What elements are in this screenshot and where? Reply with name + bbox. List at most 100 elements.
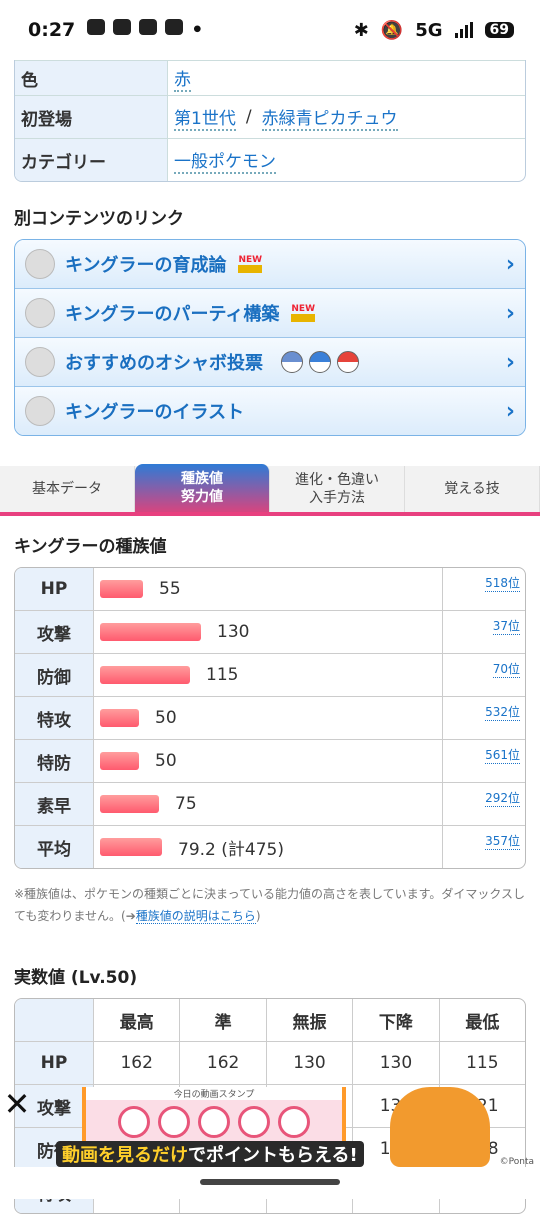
ad-banner[interactable]: ✕ 今日の動画スタンプ 動画を見るだけでポイントもらえる! ©Ponta bbox=[0, 1085, 540, 1167]
mascot-image bbox=[390, 1087, 490, 1167]
column-header: 最高 bbox=[94, 999, 181, 1041]
column-header: 準 bbox=[180, 999, 267, 1041]
stat-rank-link[interactable]: 37位 bbox=[492, 617, 520, 635]
stat-bar bbox=[100, 580, 143, 598]
row-label: HP bbox=[15, 1042, 94, 1084]
stat-label: 特防 bbox=[15, 740, 94, 782]
stat-row: 防御 115 70位 bbox=[15, 653, 525, 696]
stat-rank-link[interactable]: 357位 bbox=[485, 832, 520, 850]
training-icon bbox=[25, 249, 55, 279]
tab-base-stats[interactable]: 種族値 努力値 bbox=[135, 464, 270, 512]
link-label: キングラーのパーティ構築 bbox=[65, 304, 280, 325]
link-label: おすすめのオシャボ投票 bbox=[65, 353, 263, 374]
info-label: 初登場 bbox=[15, 96, 168, 138]
illustration-icon bbox=[25, 396, 55, 426]
stats-heading: キングラーの種族値 bbox=[14, 537, 167, 557]
tab-evolution[interactable]: 進化・色違い 入手方法 bbox=[270, 466, 405, 512]
ad-caption: 今日の動画スタンプ bbox=[86, 1087, 342, 1100]
ad-text: 動画を見るだけでポイントもらえる! bbox=[56, 1141, 364, 1167]
stat-value: 130 bbox=[217, 622, 250, 642]
stat-label: 平均 bbox=[15, 826, 94, 868]
separator: / bbox=[245, 107, 252, 127]
info-row-category: カテゴリー 一般ポケモン bbox=[15, 138, 525, 181]
ball-icon bbox=[309, 351, 331, 373]
color-link[interactable]: 赤 bbox=[174, 65, 191, 92]
bluetooth-icon: ✱ bbox=[353, 19, 369, 41]
link-label: キングラーの育成論 bbox=[65, 255, 227, 276]
stat-rank-link[interactable]: 561位 bbox=[485, 746, 520, 764]
link-illustration[interactable]: キングラーのイラスト › bbox=[15, 386, 525, 435]
discord-icon bbox=[165, 19, 184, 35]
stat-rank-link[interactable]: 70位 bbox=[492, 660, 520, 678]
discord-icon bbox=[113, 19, 132, 35]
stats-note: ※種族値は、ポケモンの種類ごとに決まっている能力値の高さを表しています。ダイマッ… bbox=[14, 887, 526, 924]
discord-icon bbox=[139, 19, 158, 35]
links-heading: 別コンテンツのリンク bbox=[14, 209, 184, 229]
table-cell: 162 bbox=[94, 1042, 181, 1084]
stat-row: 攻撃 130 37位 bbox=[15, 610, 525, 653]
pokeball-icon bbox=[25, 347, 55, 377]
stat-row: 特攻 50 532位 bbox=[15, 696, 525, 739]
chat-icon bbox=[87, 19, 106, 35]
chevron-right-icon: › bbox=[505, 251, 515, 277]
content-links: キングラーの育成論 NEW › キングラーのパーティ構築 NEW › おすすめの… bbox=[14, 239, 526, 436]
stat-rank-link[interactable]: 518位 bbox=[485, 574, 520, 592]
table-row: HP 162 162 130 130 115 bbox=[15, 1041, 525, 1084]
close-icon[interactable]: ✕ bbox=[0, 1085, 34, 1123]
navigation-bar bbox=[0, 1167, 540, 1199]
corner-cell bbox=[15, 999, 94, 1041]
stat-bar bbox=[100, 623, 201, 641]
link-label: キングラーのイラスト bbox=[65, 402, 245, 423]
stat-value: 55 bbox=[159, 579, 181, 599]
home-gesture-handle[interactable] bbox=[200, 1179, 340, 1185]
link-ball-vote[interactable]: おすすめのオシャボ投票 › bbox=[15, 337, 525, 386]
stat-label: 攻撃 bbox=[15, 611, 94, 653]
stat-bar bbox=[100, 709, 139, 727]
stat-value: 50 bbox=[155, 708, 177, 728]
table-cell: 130 bbox=[267, 1042, 354, 1084]
stat-value: 75 bbox=[175, 794, 197, 814]
info-label: 色 bbox=[15, 61, 168, 95]
stat-row: 平均 79.2 (計475) 357位 bbox=[15, 825, 525, 868]
notification-icons: • bbox=[87, 19, 203, 41]
tab-bar: 基本データ 種族値 努力値 進化・色違い 入手方法 覚える技 bbox=[0, 464, 540, 516]
pokemon-info-table: 色 赤 初登場 第1世代 / 赤緑青ピカチュウ カテゴリー 一般ポケモン bbox=[14, 60, 526, 182]
stat-label: 特攻 bbox=[15, 697, 94, 739]
stat-value: 79.2 (計475) bbox=[178, 839, 284, 860]
table-cell: 162 bbox=[180, 1042, 267, 1084]
link-training[interactable]: キングラーの育成論 NEW › bbox=[15, 240, 525, 288]
generation-link[interactable]: 第1世代 bbox=[174, 104, 236, 131]
stat-rank-link[interactable]: 532位 bbox=[485, 703, 520, 721]
column-header: 最低 bbox=[465, 1012, 500, 1033]
stat-row: 特防 50 561位 bbox=[15, 739, 525, 782]
stat-bar bbox=[100, 795, 159, 813]
tab-moves[interactable]: 覚える技 bbox=[405, 466, 540, 512]
stat-bar bbox=[100, 752, 139, 770]
chevron-right-icon: › bbox=[505, 349, 515, 375]
stat-rank-link[interactable]: 292位 bbox=[485, 789, 520, 807]
info-label: カテゴリー bbox=[15, 139, 168, 181]
category-link[interactable]: 一般ポケモン bbox=[174, 147, 276, 174]
battery-icon: 69 bbox=[484, 22, 514, 38]
stat-row: 素早 75 292位 bbox=[15, 782, 525, 825]
new-badge: NEW bbox=[291, 304, 315, 322]
ball-icon bbox=[281, 351, 303, 373]
signal-icon bbox=[454, 22, 473, 38]
table-cell: 115 bbox=[466, 1053, 499, 1073]
stat-value: 50 bbox=[155, 751, 177, 771]
game-link[interactable]: 赤緑青ピカチュウ bbox=[261, 104, 398, 131]
party-icon bbox=[25, 298, 55, 328]
stat-bar bbox=[100, 666, 190, 684]
stat-bar bbox=[100, 838, 162, 856]
column-header: 無振 bbox=[267, 999, 354, 1041]
stat-value: 115 bbox=[206, 665, 239, 685]
stat-label: 素早 bbox=[15, 783, 94, 825]
stamp-icons bbox=[86, 1106, 342, 1138]
stats-explain-link[interactable]: 種族値の説明はこちら bbox=[135, 909, 256, 924]
table-cell: 130 bbox=[353, 1042, 440, 1084]
tab-basic-data[interactable]: 基本データ bbox=[0, 466, 135, 512]
stat-row: HP 55 518位 bbox=[15, 568, 525, 610]
link-party[interactable]: キングラーのパーティ構築 NEW › bbox=[15, 288, 525, 337]
info-row-debut: 初登場 第1世代 / 赤緑青ピカチュウ bbox=[15, 95, 525, 138]
table-header-row: 最高 準 無振 下降 最低 bbox=[15, 999, 525, 1041]
